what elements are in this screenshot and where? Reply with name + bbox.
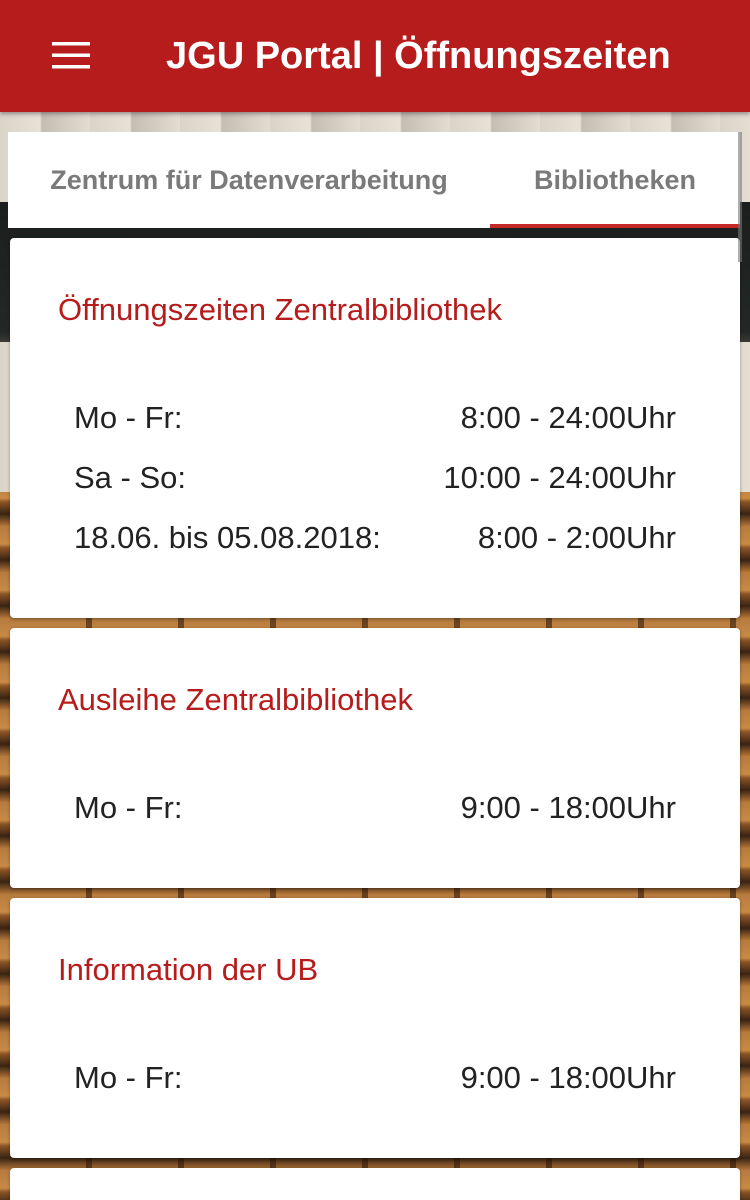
menu-button[interactable] xyxy=(40,30,104,82)
hours-row: Mo - Fr: 9:00 - 18:00Uhr xyxy=(74,790,676,830)
hours-row: Sa - So: 10:00 - 24:00Uhr xyxy=(74,460,676,500)
hours-row: Mo - Fr: 8:00 - 24:00Uhr xyxy=(74,400,676,440)
app-screen: JGU Portal | Öffnungszeiten Zentrum für … xyxy=(0,0,750,1200)
hours-time: 8:00 - 24:00Uhr xyxy=(460,400,676,435)
hours-time: 9:00 - 18:00Uhr xyxy=(460,790,676,825)
active-tab-indicator xyxy=(490,224,740,228)
card-information-der-ub: Information der UB Mo - Fr: 9:00 - 18:00… xyxy=(10,898,740,1158)
tab-bar: Zentrum für Datenverarbeitung Bibliothek… xyxy=(8,132,740,228)
hours-day: Mo - Fr: xyxy=(74,400,183,435)
hours-row: 18.06. bis 05.08.2018: 8:00 - 2:00Uhr xyxy=(74,520,676,560)
card-title: Ausleihe Zentralbibliothek xyxy=(58,682,413,717)
hamburger-menu-icon xyxy=(52,42,90,69)
page-title: JGU Portal | Öffnungszeiten xyxy=(166,35,671,77)
hours-day: Sa - So: xyxy=(74,460,186,495)
tab-zentrum-fuer-datenverarbeitung[interactable]: Zentrum für Datenverarbeitung xyxy=(8,132,490,228)
app-bar: JGU Portal | Öffnungszeiten xyxy=(0,0,750,112)
card-oeffnungszeiten-zentralbibliothek: Öffnungszeiten Zentralbibliothek Mo - Fr… xyxy=(10,238,740,618)
card-title: Öffnungszeiten Zentralbibliothek xyxy=(58,292,503,327)
tab-bibliotheken[interactable]: Bibliotheken xyxy=(490,132,740,228)
hours-day: Mo - Fr: xyxy=(74,790,183,825)
card-partial xyxy=(10,1168,740,1200)
hours-row: Mo - Fr: 9:00 - 18:00Uhr xyxy=(74,1060,676,1100)
hours-time: 9:00 - 18:00Uhr xyxy=(460,1060,676,1095)
hours-time: 10:00 - 24:00Uhr xyxy=(443,460,676,495)
hours-time: 8:00 - 2:00Uhr xyxy=(477,520,676,555)
scrollbar-thumb[interactable] xyxy=(738,132,742,262)
hours-day: 18.06. bis 05.08.2018: xyxy=(74,520,381,555)
card-ausleihe-zentralbibliothek: Ausleihe Zentralbibliothek Mo - Fr: 9:00… xyxy=(10,628,740,888)
card-title: Information der UB xyxy=(58,952,319,987)
hours-day: Mo - Fr: xyxy=(74,1060,183,1095)
